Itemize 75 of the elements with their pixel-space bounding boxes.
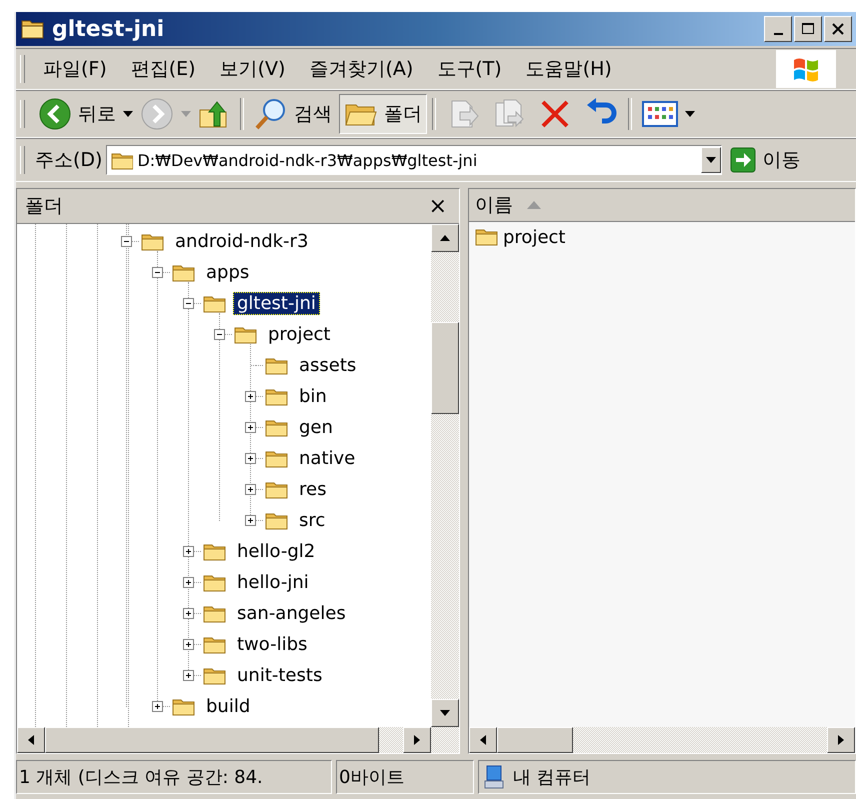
tree-item[interactable]: hello-jni [233,571,313,594]
search-icon [254,97,288,131]
column-header[interactable]: 이름 [469,189,855,222]
close-button[interactable]: × [424,194,451,218]
scroll-thumb[interactable] [45,727,379,753]
expand-icon[interactable] [245,422,256,433]
scroll-right-icon[interactable] [414,735,420,745]
tree-item[interactable]: android-ndk-r3 [171,230,312,253]
scroll-up-icon[interactable] [440,235,450,241]
status-text: 0바이트 [336,760,474,794]
tree-item[interactable]: bin [295,385,331,408]
scroll-thumb[interactable] [431,322,459,414]
vertical-scrollbar[interactable] [431,224,459,727]
menu-item[interactable]: 보기(V) [208,56,298,82]
scroll-left-icon[interactable] [480,735,486,745]
tree-item[interactable]: src [295,509,330,532]
collapse-icon[interactable] [152,267,163,278]
menu-item[interactable]: 도움말(H) [514,56,624,82]
collapse-icon[interactable] [121,236,132,247]
menu-item[interactable]: 편집(E) [118,56,208,82]
menu-item[interactable]: 파일(F) [31,56,119,82]
tree-item[interactable]: native [295,447,360,470]
tree-item[interactable]: hello-gl2 [233,540,320,563]
back-button[interactable]: 뒤로 [33,94,121,134]
scroll-thumb[interactable] [497,727,573,753]
tree-item[interactable]: gltest-jni [233,292,320,315]
expand-icon[interactable] [245,391,256,402]
minimize-button[interactable] [764,16,792,42]
menu-item[interactable]: 즐겨찾기(A) [297,56,426,82]
address-label: 주소(D) [35,148,102,173]
caret-icon[interactable] [123,111,133,117]
folders-button[interactable]: 폴더 [339,94,427,134]
scroll-right-icon[interactable] [838,735,844,745]
dropdown-button[interactable] [701,147,722,173]
address-field[interactable]: D:₩Dev₩android-ndk-r3₩apps₩gltest-jni [106,145,722,175]
expand-icon[interactable] [183,608,194,619]
horizontal-scrollbar[interactable] [17,727,459,753]
grid-view-icon [642,100,678,128]
maximize-icon [801,22,815,36]
expand-icon[interactable] [183,639,194,650]
tree-item[interactable]: two-libs [233,633,312,656]
menu-item[interactable]: 도구(T) [425,56,514,82]
collapse-icon[interactable] [214,329,225,340]
caret-icon [706,157,716,163]
caret-icon[interactable] [685,111,695,117]
tree-item[interactable]: gen [295,416,337,439]
horizontal-scrollbar[interactable] [469,727,855,753]
tree-item[interactable]: san-angeles [233,602,350,625]
minimize-icon [774,33,782,35]
scroll-down-icon[interactable] [440,710,450,716]
expand-icon[interactable] [183,546,194,557]
close-icon [831,22,845,36]
status-text: 1 개체 (디스크 여유 공간: 84. [16,760,332,794]
close-button[interactable] [824,16,852,42]
collapse-icon[interactable] [183,298,194,309]
expand-icon[interactable] [245,453,256,464]
expand-icon[interactable] [245,484,256,495]
tree-item[interactable]: apps [202,261,254,284]
go-button[interactable]: 이동 [726,147,804,173]
status-zone: 내 컴퓨터 [478,760,856,794]
tree-item[interactable]: unit-tests [233,664,326,687]
tree-item[interactable]: build [202,695,254,718]
tree-item[interactable]: res [295,478,330,501]
search-button[interactable]: 검색 [249,94,337,134]
expand-icon[interactable] [183,670,194,681]
scroll-left-icon[interactable] [28,735,34,745]
maximize-button[interactable] [794,16,822,42]
tree-item[interactable]: assets [295,354,360,377]
file-name[interactable]: project [503,226,566,248]
tree-item[interactable]: project [264,323,334,346]
expand-icon[interactable] [152,701,163,712]
expand-icon[interactable] [183,577,194,588]
expand-icon[interactable] [245,515,256,526]
window-title: gltest-jni [52,16,166,42]
pane-title: 폴더 [25,194,63,219]
